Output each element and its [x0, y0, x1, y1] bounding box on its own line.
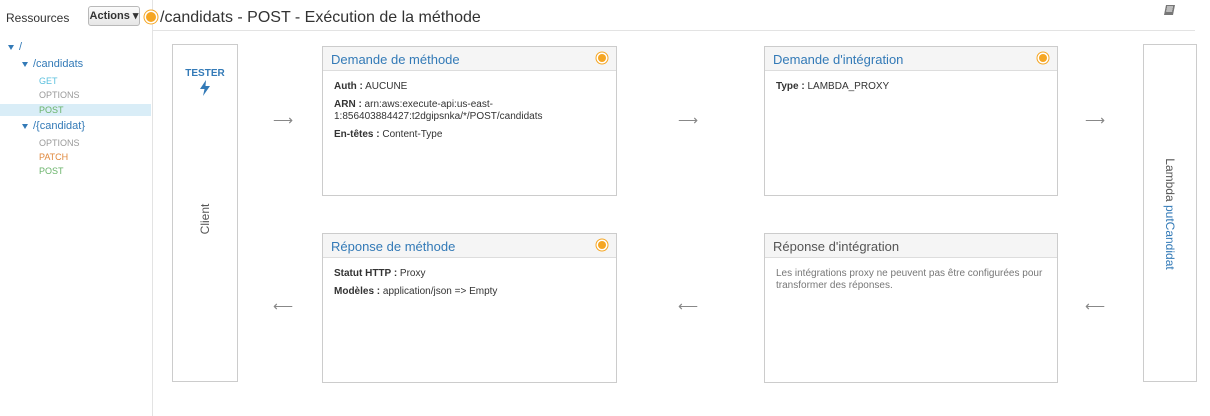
lambda-label: Lambda putCandidat	[1163, 104, 1177, 324]
card-header: Demande de méthode	[323, 47, 616, 71]
card-body: Type : LAMBDA_PROXY	[776, 81, 1049, 99]
method-response-title-link[interactable]: Réponse de méthode	[331, 239, 455, 254]
status-dot-icon	[146, 12, 156, 22]
tree-method-post-selected[interactable]: POST	[0, 104, 151, 116]
actions-dropdown-button[interactable]: Actions ▾	[88, 6, 140, 26]
lambda-prefix: Lambda	[1163, 158, 1177, 205]
models-key: Modèles :	[334, 286, 381, 297]
lightning-bolt-icon[interactable]	[199, 80, 211, 96]
arn-row: ARN : arn:aws:execute-api:us-east-1:8564…	[334, 99, 608, 123]
method-options-label[interactable]: OPTIONS	[39, 138, 80, 149]
headers-row: En-têtes : Content-Type	[334, 129, 608, 141]
integration-request-title-link[interactable]: Demande d'intégration	[773, 52, 903, 67]
models-value: application/json => Empty	[380, 286, 498, 297]
tree-candidat-label[interactable]: /{candidat}	[33, 121, 85, 132]
status-dot-icon	[1039, 54, 1047, 62]
resources-label: Ressources	[6, 11, 70, 25]
headers-value: Content-Type	[379, 129, 443, 140]
status-dot-icon	[598, 241, 606, 249]
type-key: Type :	[776, 81, 805, 92]
method-post-label[interactable]: POST	[39, 105, 64, 116]
method-options-label[interactable]: OPTIONS	[39, 90, 80, 101]
headers-key: En-têtes :	[334, 129, 380, 140]
caret-down-icon[interactable]	[22, 62, 28, 67]
auth-value: AUCUNE	[362, 81, 408, 92]
flow-right-arrow-icon: ⟶	[273, 112, 294, 128]
test-link[interactable]: TESTER	[172, 68, 238, 79]
tree-root-label[interactable]: /	[19, 42, 22, 53]
card-header: Réponse de méthode	[323, 234, 616, 258]
integration-request-card: Demande d'intégration Type : LAMBDA_PROX…	[764, 46, 1058, 196]
client-label: Client	[198, 203, 212, 235]
method-get-label[interactable]: GET	[39, 76, 58, 87]
tree-candidats-label[interactable]: /candidats	[33, 59, 83, 70]
arn-key: ARN :	[334, 99, 362, 110]
card-body: Statut HTTP : Proxy Modèles : applicatio…	[334, 268, 608, 304]
status-value: Proxy	[397, 268, 426, 279]
type-row: Type : LAMBDA_PROXY	[776, 81, 1049, 93]
tree-method-post-2[interactable]: POST	[0, 166, 151, 176]
card-header: Réponse d'intégration	[765, 234, 1057, 258]
flow-left-arrow-icon: ⟵	[678, 298, 699, 314]
card-body: Les intégrations proxy ne peuvent pas êt…	[776, 268, 1043, 291]
auth-key: Auth :	[334, 81, 363, 92]
method-patch-label[interactable]: PATCH	[39, 152, 68, 163]
method-post-label[interactable]: POST	[39, 166, 64, 177]
method-request-card: Demande de méthode Auth : AUCUNE ARN : a…	[322, 46, 617, 196]
status-row: Statut HTTP : Proxy	[334, 268, 608, 280]
header-divider	[152, 30, 1195, 31]
book-icon[interactable]	[1163, 4, 1177, 16]
auth-row: Auth : AUCUNE	[334, 81, 608, 93]
tree-method-get[interactable]: GET	[0, 76, 151, 86]
card-body: Auth : AUCUNE ARN : arn:aws:execute-api:…	[334, 81, 608, 147]
tree-method-options[interactable]: OPTIONS	[0, 90, 151, 100]
caret-down-icon[interactable]	[8, 45, 14, 50]
method-request-title-link[interactable]: Demande de méthode	[331, 52, 460, 67]
method-response-card: Réponse de méthode Statut HTTP : Proxy M…	[322, 233, 617, 383]
page-title: /candidats - POST - Exécution de la méth…	[160, 9, 481, 26]
caret-down-icon[interactable]	[22, 124, 28, 129]
tree-method-patch[interactable]: PATCH	[0, 152, 151, 162]
card-header: Demande d'intégration	[765, 47, 1057, 71]
flow-right-arrow-icon: ⟶	[1085, 112, 1106, 128]
status-dot-icon	[598, 54, 606, 62]
arn-value: arn:aws:execute-api:us-east-1:8564038844…	[334, 99, 543, 122]
lambda-function-link[interactable]: putCandidat	[1163, 205, 1177, 270]
models-row: Modèles : application/json => Empty	[334, 286, 608, 298]
flow-left-arrow-icon: ⟵	[1085, 298, 1106, 314]
tree-method-options-2[interactable]: OPTIONS	[0, 138, 151, 148]
flow-left-arrow-icon: ⟵	[273, 298, 294, 314]
integration-response-title: Réponse d'intégration	[773, 239, 900, 254]
flow-right-arrow-icon: ⟶	[678, 112, 699, 128]
status-key: Statut HTTP :	[334, 268, 398, 279]
integration-response-card: Réponse d'intégration Les intégrations p…	[764, 233, 1058, 383]
type-value: LAMBDA_PROXY	[804, 81, 890, 92]
